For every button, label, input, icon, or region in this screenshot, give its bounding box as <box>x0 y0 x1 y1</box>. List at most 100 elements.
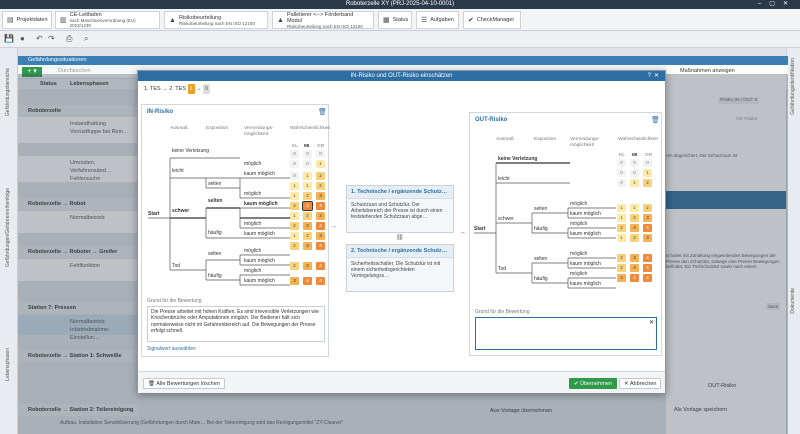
tab-aufgaben[interactable]: ☰ Aufgaben <box>416 11 459 29</box>
risk-cell[interactable]: 0 <box>630 159 639 167</box>
risk-cell[interactable]: 0 <box>290 172 299 180</box>
accept-button[interactable]: ✔ Übernehmen <box>569 378 617 389</box>
risk-cell[interactable]: 2 <box>290 242 299 250</box>
risk-cell[interactable]: 3 <box>630 254 639 262</box>
risk-cell[interactable]: 3 <box>643 234 652 242</box>
risk-cell[interactable]: 2 <box>316 172 325 180</box>
clear-icon[interactable]: ✕ <box>649 319 654 326</box>
risk-cell[interactable]: 4 <box>303 277 312 285</box>
breadcrumb-current[interactable]: 1 <box>187 84 195 94</box>
tab-ce-leitfaden[interactable]: ▥ CE-Leitfaden nach Maschinenverordnung (E… <box>55 11 160 29</box>
side-tab-bereiche[interactable]: Gefährdungsbereiche <box>5 68 11 116</box>
risk-cell[interactable]: 4 <box>316 202 325 210</box>
risk-cell[interactable]: 1 <box>643 169 652 177</box>
risk-cell[interactable]: 2 <box>643 179 652 187</box>
risk-cell[interactable]: 3 <box>316 192 325 200</box>
risk-cell[interactable]: 1 <box>290 212 299 220</box>
risk-cell[interactable]: 2 <box>290 262 299 270</box>
delete-all-button[interactable]: 🗑 Alle Bewertungen löschen <box>143 378 225 389</box>
risk-cell[interactable]: 2 <box>643 204 652 212</box>
risk-cell[interactable]: 2 <box>303 192 312 200</box>
out-reason-input[interactable] <box>475 317 657 350</box>
risk-cell[interactable]: 2 <box>617 224 626 232</box>
trash-icon[interactable]: 🗑 <box>651 116 660 124</box>
measure-card[interactable]: 2. Technische / ergänzende Schutz… Siche… <box>346 244 454 292</box>
risk-cell[interactable]: 0 <box>303 150 312 158</box>
risk-cell[interactable]: 3 <box>303 222 312 230</box>
risk-cell[interactable]: 4 <box>643 264 652 272</box>
risk-cell[interactable]: 0 <box>643 159 652 167</box>
risk-cell[interactable]: 3 <box>630 264 639 272</box>
risk-cell[interactable]: 2 <box>630 214 639 222</box>
dialog-controls[interactable]: ?✕ <box>648 71 662 81</box>
measure-card[interactable]: 1. Technische / ergänzende Schutz… Schut… <box>346 185 454 233</box>
risk-cell[interactable]: 1 <box>290 182 299 190</box>
risk-cell[interactable]: 4 <box>316 262 325 270</box>
trash-icon[interactable]: 🗑 <box>318 108 327 116</box>
risk-cell[interactable]: 2 <box>303 212 312 220</box>
risk-cell[interactable]: 4 <box>316 242 325 250</box>
risk-cell[interactable]: 4 <box>643 274 652 282</box>
risk-cell[interactable]: 1 <box>303 182 312 190</box>
risk-cell[interactable]: 1 <box>630 204 639 212</box>
risk-cell[interactable]: 3 <box>617 274 626 282</box>
in-reason-text[interactable]: Die Presse arbeitet mit hohen Kräften. E… <box>147 306 325 342</box>
print-icon[interactable]: ⎙ <box>66 34 72 44</box>
risk-cell[interactable]: 1 <box>617 204 626 212</box>
risk-cell[interactable]: 0 <box>630 169 639 177</box>
risk-cell[interactable]: 1 <box>316 160 325 168</box>
risk-cell[interactable]: 3 <box>290 277 299 285</box>
redo-icon[interactable]: ↷ <box>48 34 55 43</box>
side-tab-identifikation[interactable]: Gefährdungsidentifikation <box>790 58 796 115</box>
cancel-button[interactable]: ✕ Abbrechen <box>619 378 662 389</box>
risk-cell[interactable]: 0 <box>316 150 325 158</box>
save-icon[interactable]: 💾 <box>4 34 14 43</box>
risk-cell[interactable]: 4 <box>643 254 652 262</box>
tab-palletierer[interactable]: ▲ Palletierer <--> Förderband Modul Risiko… <box>272 11 374 29</box>
side-tab-lebensphasen[interactable]: Lebensphasen <box>5 348 11 381</box>
risk-cell[interactable]: 0 <box>290 150 299 158</box>
undo-icon[interactable]: ↶ <box>36 34 43 43</box>
side-tab-gefaehrdungen[interactable]: Gefährdungen/Gefahrenreihenfolge <box>5 188 11 267</box>
risk-cell[interactable]: 2 <box>316 182 325 190</box>
breadcrumb-next[interactable]: 0 <box>203 84 211 94</box>
risk-cell[interactable]: 3 <box>303 262 312 270</box>
window-controls[interactable]: –▢✕ <box>758 0 796 9</box>
keyword-link[interactable]: Signalwort auswählen <box>147 346 196 352</box>
tab-checkmanager[interactable]: ✔ CheckManager <box>463 11 521 29</box>
risk-cell[interactable]: 3 <box>643 214 652 222</box>
risk-cell[interactable]: 2 <box>617 264 626 272</box>
risk-cell[interactable]: 0 <box>617 169 626 177</box>
risk-cell[interactable]: 1 <box>290 192 299 200</box>
risk-cell[interactable]: 0 <box>290 160 299 168</box>
tab-risikobeurteilung[interactable]: ▲ Risikobeurteilung Risikobeurteilung nach… <box>164 11 268 29</box>
risk-cell[interactable]: 2 <box>617 254 626 262</box>
risk-cell[interactable]: 4 <box>630 274 639 282</box>
risk-cell[interactable]: 4 <box>316 222 325 230</box>
risk-cell[interactable]: 3 <box>316 212 325 220</box>
risk-cell[interactable]: 1 <box>630 179 639 187</box>
risk-cell[interactable]: 3 <box>316 232 325 240</box>
risk-cell[interactable]: 0 <box>303 160 312 168</box>
notification-icon[interactable]: ● <box>20 34 25 43</box>
tab-projektdaten[interactable]: ▤ Projektdaten <box>2 11 52 29</box>
risk-cell[interactable]: 0 <box>617 179 626 187</box>
risk-cell[interactable]: 2 <box>290 222 299 230</box>
zoom-icon[interactable]: ⌕ <box>84 34 88 44</box>
risk-cell[interactable]: 3 <box>303 242 312 250</box>
side-tab-dokumente[interactable]: Dokumente <box>790 288 796 314</box>
tab-status[interactable]: ▦ Status <box>378 11 412 29</box>
risk-cell[interactable]: 2 <box>290 202 299 210</box>
risk-cell[interactable]: 2 <box>303 232 312 240</box>
risk-cell[interactable]: 0 <box>617 159 626 167</box>
risk-cell[interactable]: 3 <box>630 224 639 232</box>
risk-cell[interactable]: 3 <box>302 201 313 211</box>
risk-cell[interactable]: 4 <box>316 277 325 285</box>
risk-cell[interactable]: 2 <box>630 234 639 242</box>
risk-cell[interactable]: 1 <box>303 172 312 180</box>
risk-cell[interactable]: 1 <box>617 214 626 222</box>
risk-cell[interactable]: 1 <box>617 234 626 242</box>
risk-cell[interactable]: 1 <box>290 232 299 240</box>
breadcrumb-steps[interactable]: 1. TES → 2. TES <box>144 86 186 92</box>
risk-cell[interactable]: 4 <box>643 224 652 232</box>
